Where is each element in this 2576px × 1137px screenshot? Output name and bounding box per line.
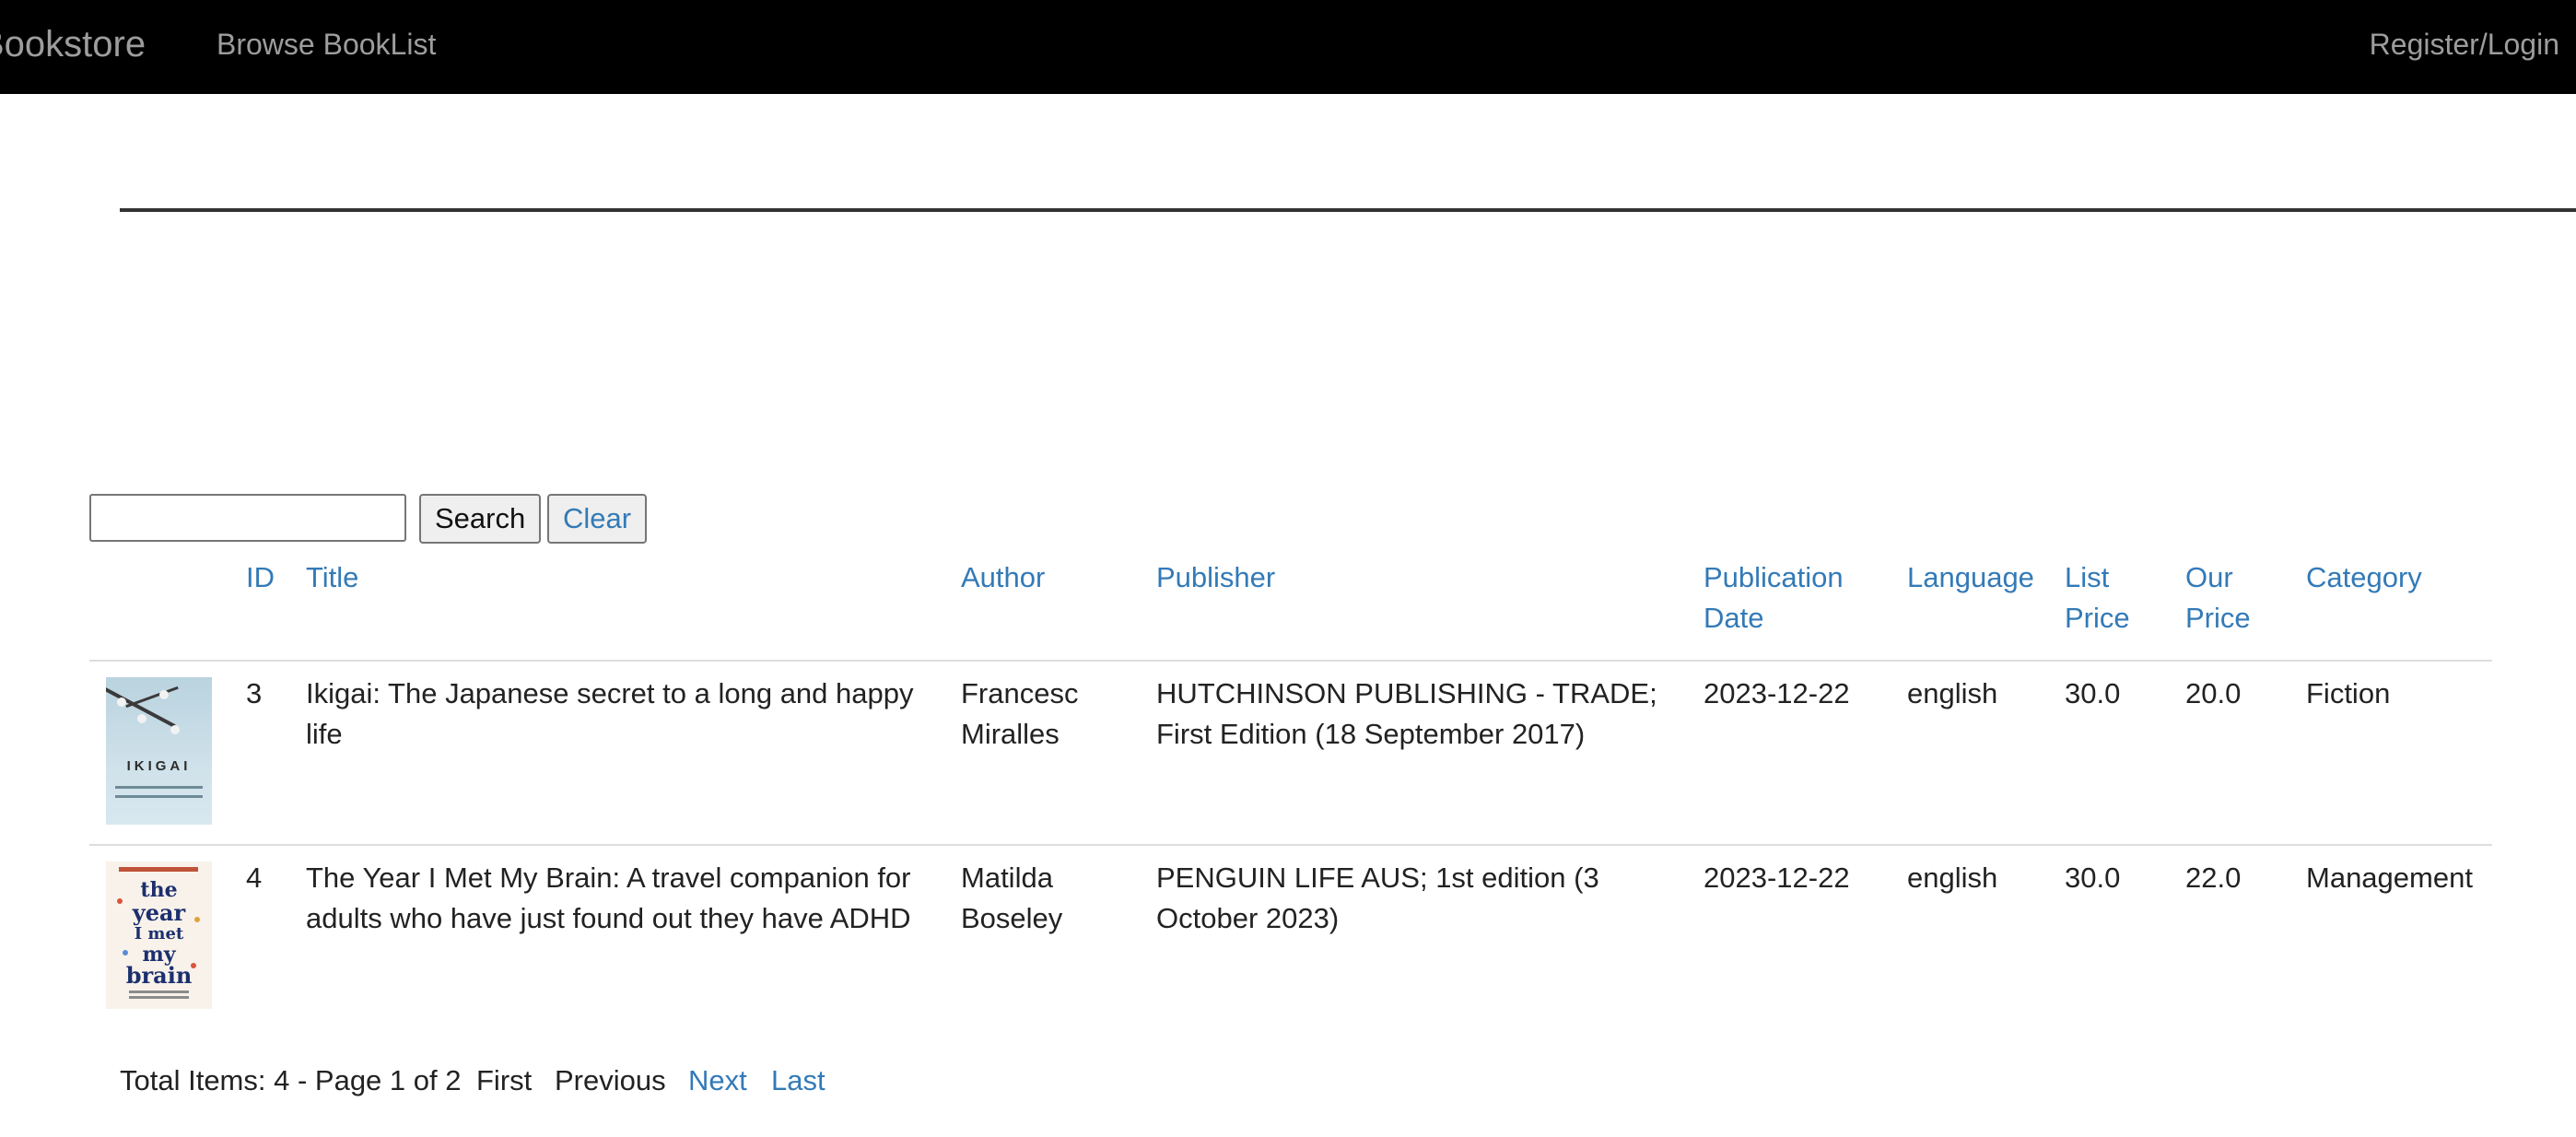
book-cover-image: the year I met my brain: [106, 862, 212, 1009]
cell-list-price: 30.0: [2065, 677, 2121, 709]
pagination-first: First: [476, 1064, 533, 1096]
brand-link[interactable]: Bookstore: [0, 24, 146, 65]
cell-author: Matilda Boseley: [961, 862, 1063, 934]
horizontal-divider: [120, 208, 2576, 212]
pagination-next[interactable]: Next: [688, 1064, 747, 1097]
cell-list-price: 30.0: [2065, 862, 2121, 894]
cell-title: The Year I Met My Brain: A travel compan…: [306, 862, 911, 934]
search-button[interactable]: Search: [419, 494, 542, 544]
header-our-price[interactable]: Our Price: [2185, 557, 2287, 639]
cell-id: 4: [246, 862, 263, 894]
header-language[interactable]: Language: [1907, 557, 2034, 598]
top-navbar: Bookstore Browse BookList Register/Login: [0, 0, 2576, 94]
header-author[interactable]: Author: [961, 557, 1136, 598]
cell-our-price: 20.0: [2185, 677, 2242, 709]
header-id[interactable]: ID: [246, 557, 275, 598]
search-input[interactable]: [89, 494, 406, 542]
cell-category: Fiction: [2306, 677, 2391, 709]
cell-category: Management: [2306, 862, 2473, 894]
table-header: ID Title Author Publisher Publication Da…: [89, 557, 2492, 661]
cell-publisher: PENGUIN LIFE AUS; 1st edition (3 October…: [1156, 862, 1599, 934]
nav-register-login[interactable]: Register/Login: [2370, 28, 2559, 62]
cell-language: english: [1907, 862, 1998, 894]
pagination-previous: Previous: [555, 1064, 666, 1096]
header-category[interactable]: Category: [2306, 557, 2422, 598]
cell-id: 3: [246, 677, 263, 709]
header-publisher[interactable]: Publisher: [1156, 557, 1672, 598]
header-publication-date[interactable]: Publication Date: [1704, 557, 1879, 639]
header-title[interactable]: Title: [306, 557, 951, 598]
table-row: IKIGAI 3 Ikigai: The Japanese secret to …: [89, 661, 2492, 845]
nav-browse-booklist[interactable]: Browse BookList: [217, 28, 436, 62]
book-cover-image: IKIGAI: [106, 677, 212, 825]
pagination-last[interactable]: Last: [771, 1064, 825, 1097]
cell-author: Francesc Miralles: [961, 677, 1079, 750]
cell-publication-date: 2023-12-22: [1704, 677, 1850, 709]
pagination-total: Total Items: 4 - Page 1 of 2: [120, 1064, 462, 1096]
table-row: the year I met my brain 4 The Year I Met…: [89, 845, 2492, 1029]
cell-our-price: 22.0: [2185, 862, 2242, 894]
clear-button[interactable]: Clear: [547, 494, 648, 544]
cell-publisher: HUTCHINSON PUBLISHING - TRADE; First Edi…: [1156, 677, 1657, 750]
cell-publication-date: 2023-12-22: [1704, 862, 1850, 894]
cover-title-text: IKIGAI: [126, 758, 192, 774]
cell-language: english: [1907, 677, 1998, 709]
header-list-price[interactable]: List Price: [2065, 557, 2166, 639]
cell-title: Ikigai: The Japanese secret to a long an…: [306, 677, 914, 750]
